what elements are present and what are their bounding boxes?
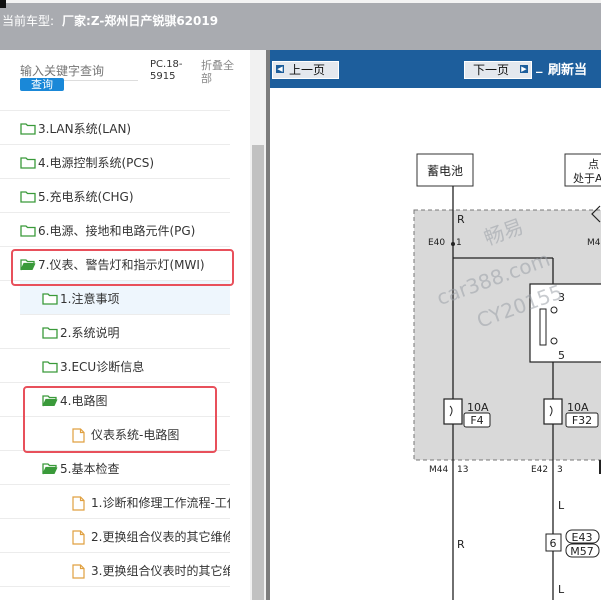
tree-item-label: 4.电源控制系统(PCS) [38,156,155,170]
fuse-f32-id: F32 [572,414,592,427]
document-icon [72,564,85,579]
pin-13: 13 [457,465,468,475]
wire-color-r-lower: R [457,538,465,551]
tree-item-lan[interactable]: 3.LAN系统(LAN) [0,111,230,145]
current-vehicle: 当前车型: 厂家:Z-郑州日产锐骐62019 [2,12,218,29]
tree-item-workflow[interactable]: 1.诊断和修理工作流程-工作 [0,485,230,519]
tree-item-label: 3.ECU诊断信息 [60,360,145,374]
highlight-box [11,249,234,286]
search-area: 查询 PC.18-5915 折叠全部 [0,50,250,102]
folder-icon [20,191,36,203]
pin-3b: 3 [557,465,563,475]
battery-label: 蓄电池 [427,164,463,178]
tree-item-label: 2.系统说明 [60,326,120,340]
prev-page-label: 上一页 [289,63,326,77]
top-bar: 当前车型: 厂家:Z-郑州日产锐骐62019 [0,0,601,50]
connector-e40: E40 [428,238,445,248]
folder-open-icon [42,463,58,475]
document-icon [72,530,85,545]
doc-toolbar: ◀ 上一页 下一页 ▶ _ 刷新当 [270,50,601,88]
tree-item-system-desc[interactable]: 2.系统说明 [0,315,230,349]
wire-color-l-lower: L [558,583,565,596]
refresh-label: 刷新当 [548,63,588,78]
tree-item-ecu-diag[interactable]: 3.ECU诊断信息 [0,349,230,383]
folder-icon [42,293,58,305]
relay-contact [550,337,558,345]
folder-icon [42,361,58,373]
relay-contact [550,306,558,314]
content-panel: ◀ 上一页 下一页 ▶ _ 刷新当 蓄电池 点 处于A R E40 1 M4 3… [270,50,601,600]
connector-m57: M57 [570,545,594,558]
pin-1: 1 [456,238,462,248]
corner-mark [0,0,6,8]
prev-page-button[interactable]: ◀ 上一页 [272,61,339,79]
tree-item-label: 2.更换组合仪表的其它维修- [91,530,230,544]
next-page-label: 下一页 [473,63,510,77]
highlight-box [23,386,217,453]
arrow-right-icon: ▶ [520,65,528,73]
arrow-left-icon: ◀ [276,65,284,73]
folder-icon [20,225,36,237]
top-strip [0,0,601,3]
vehicle-value: 厂家:Z-郑州日产锐骐62019 [62,14,219,28]
wire-color-r: R [457,213,465,226]
relay-coil [539,308,547,346]
ignition-sub-label: 处于A [573,172,601,185]
bracket-mark: _ [536,59,543,74]
relay-pin-5: 5 [558,349,565,362]
tree-item-pg[interactable]: 6.电源、接地和电路元件(PG) [0,213,230,247]
tree-item-pcs[interactable]: 4.电源控制系统(PCS) [0,145,230,179]
folder-icon [20,157,36,169]
wire-node [451,242,455,246]
nav-tree: 3.LAN系统(LAN) 4.电源控制系统(PCS) 5.充电系统(CHG) 6… [0,102,250,600]
folder-icon [42,327,58,339]
fuse-f32-amp: 10A [567,401,589,414]
ignition-label: 点 [588,158,599,171]
search-button[interactable]: 查询 [20,78,64,91]
wire-color-l: L [558,499,565,512]
vehicle-label: 当前车型: [2,14,55,28]
tree-item-replace-2[interactable]: 3.更换组合仪表时的其它维修 [0,553,230,587]
tree-item-replace-1[interactable]: 2.更换组合仪表的其它维修- [0,519,230,553]
tree-item-label: 3.LAN系统(LAN) [38,122,132,136]
tree-item-label: 3.更换组合仪表时的其它维修 [91,564,230,578]
tree-item-label: 6.电源、接地和电路元件(PG) [38,224,196,238]
connector-e42: E42 [531,465,548,475]
left-panel: 查询 PC.18-5915 折叠全部 3.LAN系统(LAN) 4.电源控制系统… [0,50,266,600]
fuse-f4 [443,398,463,425]
tree-item-label: 5.充电系统(CHG) [38,190,134,204]
fuse-f32 [543,398,563,425]
fuse-f4-id: F4 [470,414,483,427]
collapse-all-button[interactable]: 折叠全部 [201,59,239,85]
connector-m44: M44 [429,465,448,475]
pin-6: 6 [550,537,557,550]
refresh-link[interactable]: _ 刷新当 [536,59,588,78]
tree-item-precautions[interactable]: 1.注意事项 [20,281,230,315]
tree-item-basic-inspection[interactable]: 5.基本检查 [0,451,230,485]
connector-e43: E43 [572,531,593,544]
folder-icon [20,123,36,135]
pc-code: PC.18-5915 [150,59,183,82]
document-icon [72,496,85,511]
next-page-button[interactable]: 下一页 ▶ [464,61,532,79]
tree-item-chg[interactable]: 5.充电系统(CHG) [0,179,230,213]
connector-m4: M4 [587,238,601,248]
tree-item-label: 1.注意事项 [60,292,120,306]
tree-item-label: 5.基本检查 [60,462,120,476]
circuit-diagram: 蓄电池 点 处于A R E40 1 M4 3 5 10A F4 10A F32 [413,153,601,600]
tree-item-partial[interactable] [0,102,230,111]
fuse-f4-amp: 10A [467,401,489,414]
tree-item-label: 1.诊断和修理工作流程-工作 [91,496,230,510]
scrollbar-thumb[interactable] [252,145,264,600]
